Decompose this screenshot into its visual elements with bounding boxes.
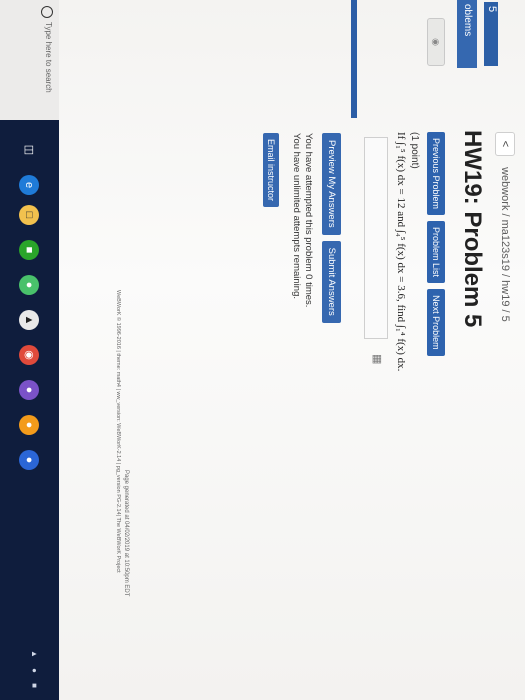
taskbar-search[interactable]: Type here to search	[0, 0, 59, 120]
preview-answers-button[interactable]: Preview My Answers	[322, 133, 341, 235]
browser-scene: 5 oblems ◉ < webwork / ma123s19 / hw19 /…	[0, 0, 525, 700]
footer-generated: Page generated at 04/02/2019 at 10:50pm …	[123, 470, 129, 597]
problem-statement: If ∫₁⁵ f(x) dx = 12 and ∫₄⁵ f(x) dx = 3.…	[395, 132, 407, 372]
chrome-icon[interactable]: ◉	[19, 345, 39, 365]
attempts-count: You have attempted this problem 0 times.	[303, 133, 314, 308]
email-instructor-button[interactable]: Email instructor	[263, 133, 279, 208]
task-view-icon[interactable]: ◫	[19, 140, 39, 160]
app-orange-icon[interactable]: ●	[19, 415, 39, 435]
back-icon[interactable]: <	[495, 132, 515, 156]
cortana-icon[interactable]	[41, 6, 53, 18]
breadcrumb-path: webwork / ma123s19 / hw19 / 5	[499, 167, 511, 322]
submit-answers-button[interactable]: Submit Answers	[322, 240, 341, 323]
sidebar-accent-bar	[351, 0, 357, 118]
app-purple-icon[interactable]: ●	[19, 380, 39, 400]
app-blue-icon[interactable]: ●	[19, 450, 39, 470]
file-explorer-icon[interactable]: □	[19, 205, 39, 225]
breadcrumb: < webwork / ma123s19 / hw19 / 5	[495, 132, 515, 322]
answer-actions: Preview My Answers Submit Answers	[322, 133, 341, 323]
footer-copyright: WeBWorK © 1996-2016 | theme: math4 | ww_…	[115, 290, 121, 573]
equation-editor-icon[interactable]: ▦	[370, 354, 384, 370]
store-icon[interactable]: ■	[19, 240, 39, 260]
left-sidebar: 5 oblems ◉	[59, 0, 525, 118]
taskbar-search-placeholder: Type here to search	[44, 22, 53, 93]
next-problem-button[interactable]: Next Problem	[427, 289, 445, 356]
problem-points: (1 point)	[409, 132, 420, 169]
sidebar-toggle-button[interactable]: ◉	[427, 18, 445, 66]
attempts-remaining: You have unlimited attempts remaining.	[291, 133, 302, 299]
app-icon[interactable]: ▲	[19, 310, 39, 330]
windows-taskbar: Type here to search ◫ e □ ■ ● ▲ ◉ ● ● ● …	[0, 0, 59, 700]
answer-input[interactable]: ▦	[364, 137, 388, 364]
edge-icon[interactable]: e	[19, 175, 39, 195]
sidebar-problem-number[interactable]: 5	[484, 2, 498, 66]
previous-problem-button[interactable]: Previous Problem	[427, 132, 445, 216]
problem-nav: Previous Problem Problem List Next Probl…	[427, 132, 445, 356]
system-tray-icons[interactable]: ▲ ● ■	[30, 650, 39, 692]
problem-list-button[interactable]: Problem List	[427, 221, 445, 284]
problems-button[interactable]: oblems	[457, 0, 477, 68]
spotify-icon[interactable]: ●	[19, 275, 39, 295]
page-title: HW19: Problem 5	[459, 130, 486, 328]
